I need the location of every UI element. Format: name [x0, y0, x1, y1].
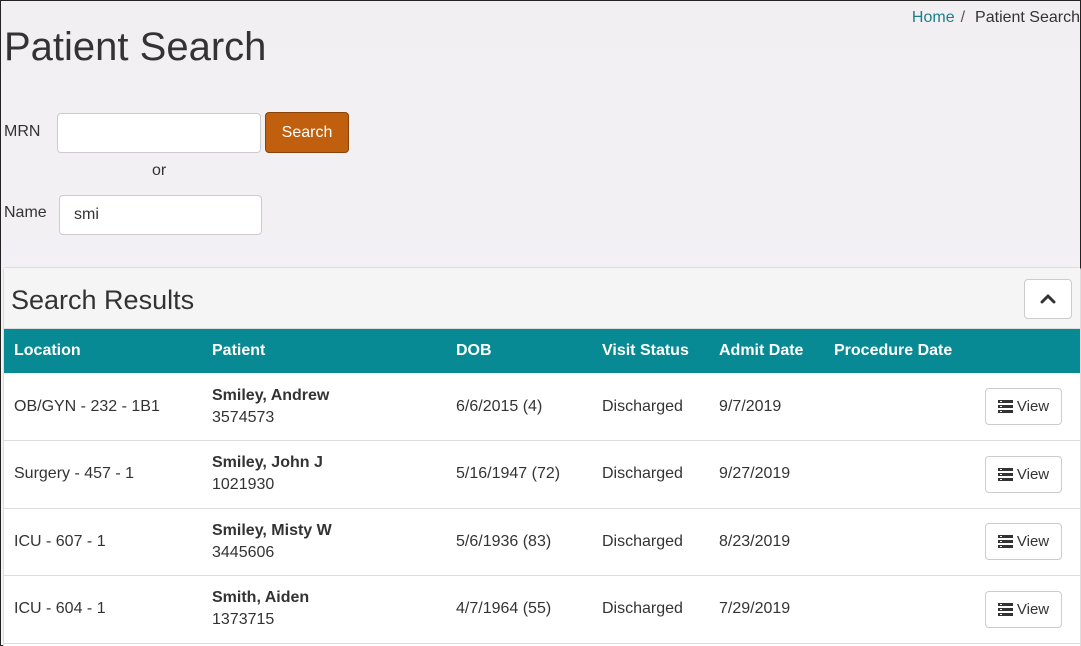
cell-procedure-date [824, 576, 974, 644]
cell-location: ICU - 604 - 1 [14, 600, 106, 618]
list-icon [997, 400, 1013, 413]
cell-patient: Smith, Aiden 1373715 [202, 576, 446, 644]
breadcrumb-home-link[interactable]: Home [912, 9, 955, 27]
list-icon [997, 535, 1013, 549]
column-header-dob: DOB [456, 342, 492, 359]
patient-name: Smiley, John J [212, 454, 323, 472]
name-row: Name [4, 195, 262, 235]
cell-admit-date: 8/23/2019 [719, 532, 791, 550]
view-button-label: View [1016, 600, 1050, 618]
cell-procedure-date [824, 441, 974, 509]
cell-actions: View [974, 441, 1080, 509]
view-button-label: View [1016, 533, 1050, 551]
cell-admit-date: 9/27/2019 [719, 465, 791, 483]
cell-patient: Smiley, John J 1021930 [202, 441, 446, 509]
cell-admit-date: 7/29/2019 [719, 600, 791, 618]
list-icon [997, 467, 1013, 481]
patient-name: Smith, Aiden [212, 589, 310, 607]
view-button-label: View [1016, 398, 1050, 415]
or-text: or [152, 162, 167, 179]
column-header-patient: Patient [212, 342, 266, 359]
patient-name: Smiley, Misty W [212, 521, 332, 539]
view-button[interactable]: View [985, 455, 1062, 493]
cell-location: Surgery - 457 - 1 [14, 465, 135, 483]
mrn-input[interactable] [57, 112, 261, 153]
chevron-up-icon [1040, 294, 1056, 304]
column-header-location: Location [14, 342, 81, 359]
cell-visit-status: Discharged [602, 600, 683, 618]
patient-mrn: 3574573 [212, 408, 275, 426]
cell-patient: Smiley, Andrew 3574573 [202, 373, 446, 441]
cell-actions: View [974, 508, 1080, 576]
table-header-row: Location Patient DOB Visit Status Admit … [4, 329, 1080, 373]
search-results-panel: Search Results Location Patient DOB Visi… [3, 267, 1081, 646]
table-row: ICU - 604 - 1 Smith, Aiden 1373715 4/7/1… [4, 576, 1080, 644]
mrn-label: MRN [4, 122, 41, 140]
mrn-row: MRN Search [4, 112, 349, 153]
cell-visit-status: Discharged [602, 532, 683, 550]
results-title: Search Results [11, 285, 195, 315]
cell-location: ICU - 607 - 1 [14, 532, 106, 550]
table-row: Surgery - 457 - 1 Smiley, John J 1021930… [4, 441, 1080, 509]
cell-patient: Smiley, Misty W 3445606 [202, 508, 446, 576]
name-input[interactable] [59, 195, 262, 235]
cell-admit-date: 9/7/2019 [719, 397, 782, 415]
view-button[interactable]: View [985, 388, 1062, 425]
cell-visit-status: Discharged [602, 397, 683, 415]
cell-procedure-date [824, 373, 974, 441]
cell-dob: 4/7/1964 (55) [456, 600, 552, 618]
page-title: Patient Search [4, 25, 267, 69]
patient-mrn: 3445606 [212, 543, 275, 561]
collapse-button[interactable] [1024, 279, 1072, 319]
list-icon [997, 602, 1013, 616]
view-button[interactable]: View [985, 590, 1062, 628]
column-header-procedure-date: Procedure Date [834, 342, 953, 359]
table-row: OB/GYN - 232 - 1B1 Smiley, Andrew 357457… [4, 373, 1080, 441]
breadcrumb-separator: / [960, 9, 966, 26]
cell-dob: 6/6/2015 (4) [456, 397, 543, 415]
results-panel-header: Search Results [4, 268, 1080, 329]
breadcrumb-current: Patient Search [975, 9, 1080, 26]
search-button[interactable]: Search [265, 112, 349, 153]
cell-visit-status: Discharged [602, 465, 683, 483]
view-button-label: View [1016, 465, 1050, 483]
cell-actions: View [974, 373, 1080, 441]
column-header-actions [974, 329, 1080, 373]
cell-actions: View [974, 576, 1080, 644]
patient-mrn: 1021930 [212, 476, 275, 494]
breadcrumb: Home / Patient Search [912, 9, 1080, 27]
cell-location: OB/GYN - 232 - 1B1 [14, 397, 160, 415]
column-header-admit-date: Admit Date [719, 342, 804, 359]
cell-dob: 5/6/1936 (83) [456, 532, 552, 550]
name-label: Name [4, 204, 47, 221]
patient-name: Smiley, Andrew [212, 386, 330, 404]
cell-dob: 5/16/1947 (72) [456, 465, 561, 483]
table-row: ICU - 607 - 1 Smiley, Misty W 3445606 5/… [4, 508, 1080, 576]
patient-mrn: 1373715 [212, 611, 275, 629]
view-button[interactable]: View [985, 523, 1062, 561]
column-header-visit-status: Visit Status [602, 342, 689, 359]
cell-procedure-date [824, 508, 974, 576]
results-table: Location Patient DOB Visit Status Admit … [4, 329, 1080, 644]
